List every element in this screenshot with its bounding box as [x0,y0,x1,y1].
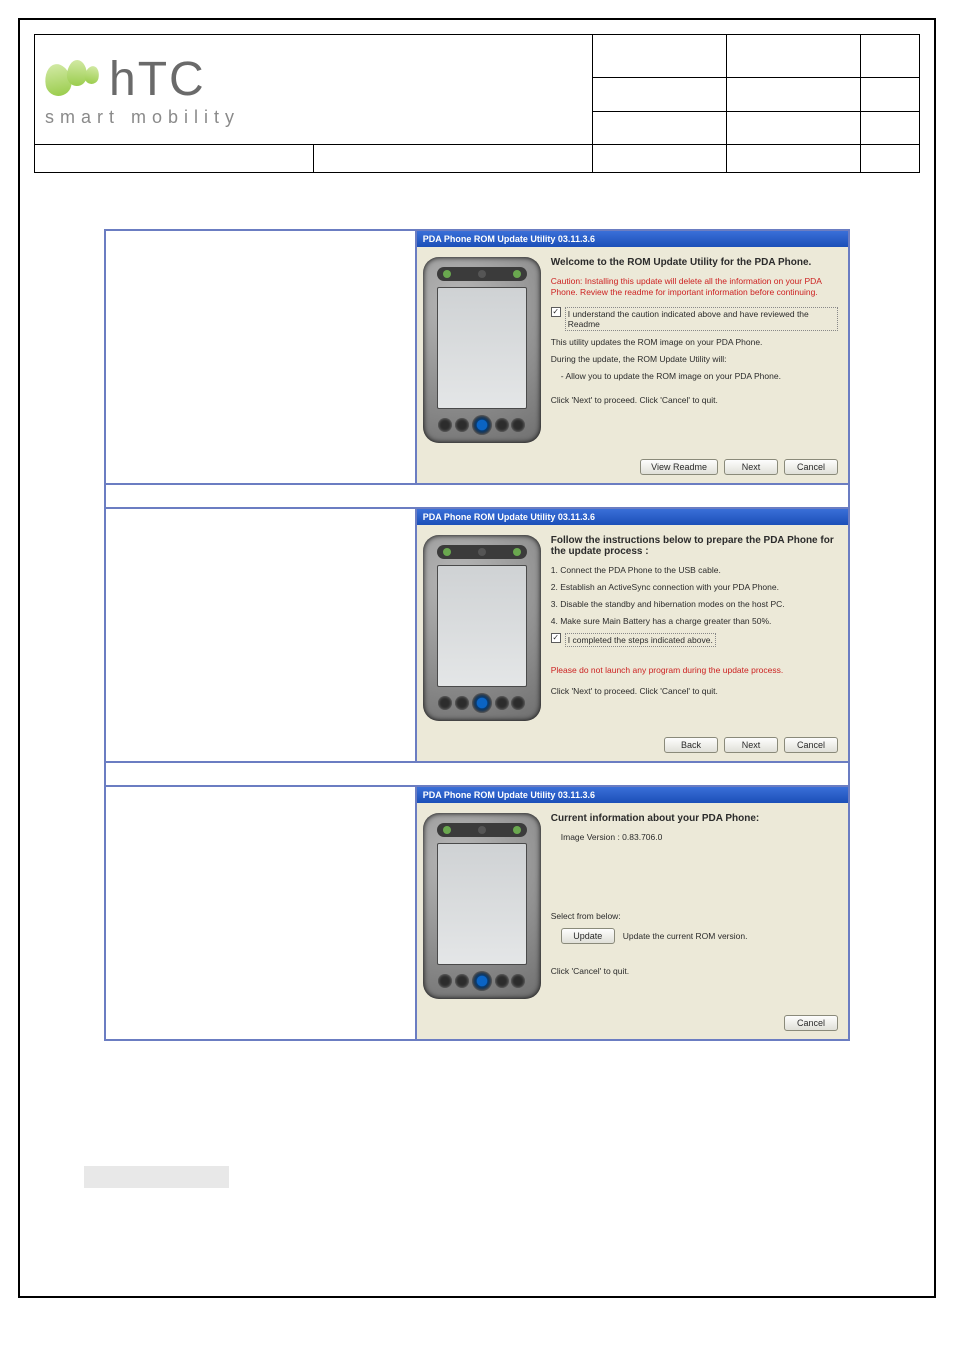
header-table: hTC smart mobility [34,34,920,173]
back-button[interactable]: Back [664,737,718,753]
header-cell-r1c3 [860,35,919,78]
dialog2-check-label: I completed the steps indicated above. [565,633,716,647]
page-frame: hTC smart mobility [18,18,936,1298]
header-cell-r4c1 [35,145,314,173]
gap-row-2 [105,762,849,786]
header-cell-r4c5 [860,145,919,173]
dialog3-version: Image Version : 0.83.706.0 [561,832,838,843]
pda-illustration [423,257,541,443]
dialog2-warning: Please do not launch any program during … [551,665,838,676]
dialog2-heading: Follow the instructions below to prepare… [551,535,838,557]
steps-table: PDA Phone ROM Update Utility 03.11.3.6 W… [104,229,850,1041]
dialog3-titlebar: PDA Phone ROM Update Utility 03.11.3.6 [417,787,848,803]
dialog3-heading: Current information about your PDA Phone… [551,813,838,824]
dialog2-line-end: Click 'Next' to proceed. Click 'Cancel' … [551,686,838,697]
dialog1-caution: Caution: Installing this update will del… [551,276,838,297]
step1-screenshot-cell: PDA Phone ROM Update Utility 03.11.3.6 W… [416,230,849,484]
gap-row-1 [105,484,849,508]
dialog2-step2: 2. Establish an ActiveSync connection wi… [551,582,838,593]
dialog2-titlebar: PDA Phone ROM Update Utility 03.11.3.6 [417,509,848,525]
step2-screenshot-cell: PDA Phone ROM Update Utility 03.11.3.6 F… [416,508,849,762]
dialog1-line1: This utility updates the ROM image on yo… [551,337,838,348]
dialog3-update-desc: Update the current ROM version. [623,931,748,942]
header-cell-r3c1 [593,111,727,145]
dialog1-line3: Click 'Next' to proceed. Click 'Cancel' … [551,395,838,406]
header-cell-r1c2 [727,35,861,78]
dialog2-step4: 4. Make sure Main Battery has a charge g… [551,616,838,627]
pda-illustration [423,813,541,999]
step3-screenshot-cell: PDA Phone ROM Update Utility 03.11.3.6 C… [416,786,849,1040]
cancel-button[interactable]: Cancel [784,1015,838,1031]
dialog1-line2: During the update, the ROM Update Utilit… [551,354,838,365]
dialog-welcome: PDA Phone ROM Update Utility 03.11.3.6 W… [417,231,848,483]
header-cell-r4c2 [314,145,593,173]
logo-wrap: hTC [35,46,592,107]
dialog3-select-label: Select from below: [551,911,838,922]
header-cell-r3c3 [860,111,919,145]
header-cell-r2c3 [860,78,919,111]
next-button[interactable]: Next [724,459,778,475]
dialog1-check-label: I understand the caution indicated above… [565,307,838,331]
footer-grey-box [84,1166,229,1188]
dialog1-heading: Welcome to the ROM Update Utility for th… [551,257,838,268]
cancel-button[interactable]: Cancel [784,459,838,475]
dialog1-titlebar: PDA Phone ROM Update Utility 03.11.3.6 [417,231,848,247]
step3-text-cell [105,786,416,1040]
cancel-button[interactable]: Cancel [784,737,838,753]
dialog1-checkbox[interactable]: ✓ [551,307,561,317]
dialog1-bullet: - Allow you to update the ROM image on y… [561,371,838,381]
header-cell-r3c2 [727,111,861,145]
dialog-current-info: PDA Phone ROM Update Utility 03.11.3.6 C… [417,787,848,1039]
dialog3-line-end: Click 'Cancel' to quit. [551,966,838,977]
logo-cell: hTC smart mobility [35,35,593,145]
dialog2-step3: 3. Disable the standby and hibernation m… [551,599,838,610]
brand-name: hTC [109,52,206,107]
dialog-instructions: PDA Phone ROM Update Utility 03.11.3.6 F… [417,509,848,761]
header-cell-r2c2 [727,78,861,111]
next-button[interactable]: Next [724,737,778,753]
step1-text-cell [105,230,416,484]
header-cell-r4c3 [593,145,727,173]
header-cell-r4c4 [727,145,861,173]
dialog2-checkbox[interactable]: ✓ [551,633,561,643]
header-cell-r1c1 [593,35,727,78]
update-button[interactable]: Update [561,928,615,944]
htc-leaf-icon [45,60,103,98]
dialog2-step1: 1. Connect the PDA Phone to the USB cabl… [551,565,838,576]
view-readme-button[interactable]: View Readme [640,459,718,475]
pda-illustration [423,535,541,721]
header-cell-r2c1 [593,78,727,111]
step2-text-cell [105,508,416,762]
brand-tagline: smart mobility [35,107,592,134]
